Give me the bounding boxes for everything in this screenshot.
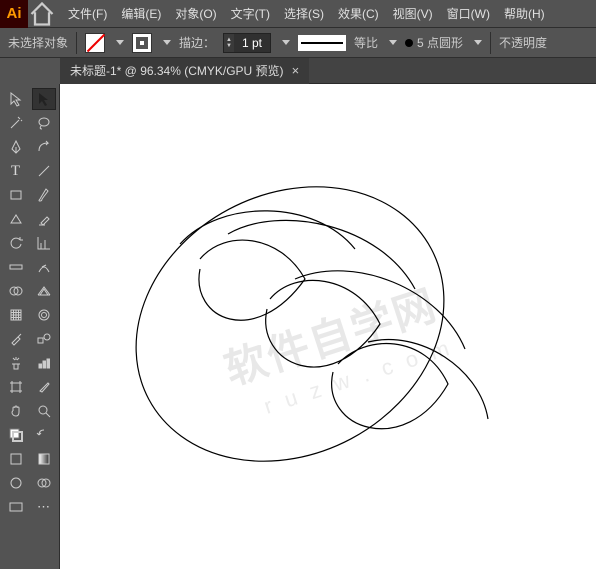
- menu-effect[interactable]: 效果(C): [338, 5, 379, 22]
- app-logo: Ai: [0, 0, 28, 28]
- paintbrush-tool[interactable]: [32, 184, 56, 206]
- fill-stroke-swap[interactable]: [4, 424, 28, 446]
- blend-tool[interactable]: [32, 328, 56, 350]
- brush-profile[interactable]: 5 点圆形: [405, 34, 463, 51]
- column-graph-tool[interactable]: [32, 352, 56, 374]
- stroke-label: 描边：: [179, 34, 215, 51]
- draw-normal-icon[interactable]: [4, 472, 28, 494]
- shaper-tool[interactable]: [4, 208, 28, 230]
- stroke-weight-dropdown-icon[interactable]: [282, 40, 290, 45]
- scaling-label: 等比: [354, 34, 378, 51]
- toolbox: T: [0, 84, 60, 569]
- home-icon[interactable]: [28, 0, 56, 28]
- draw-behind-icon[interactable]: [32, 472, 56, 494]
- shape-builder-tool[interactable]: [4, 280, 28, 302]
- document-tabbar: 未标题-1* @ 96.34% (CMYK/GPU 预览) ×: [0, 58, 596, 84]
- stroke-dropdown-icon[interactable]: [163, 40, 171, 45]
- hand-tool[interactable]: [4, 400, 28, 422]
- lasso-tool[interactable]: [32, 112, 56, 134]
- menu-view[interactable]: 视图(V): [393, 5, 433, 22]
- document-tab[interactable]: 未标题-1* @ 96.34% (CMYK/GPU 预览) ×: [60, 58, 309, 84]
- workspace: T: [0, 84, 596, 569]
- menu-text[interactable]: 文字(T): [231, 5, 270, 22]
- gradient-tool[interactable]: [32, 304, 56, 326]
- width-tool[interactable]: [4, 256, 28, 278]
- document-title: 未标题-1* @ 96.34% (CMYK/GPU 预览): [70, 62, 284, 79]
- menu-window[interactable]: 窗口(W): [447, 5, 490, 22]
- menu-edit[interactable]: 编辑(E): [121, 5, 161, 22]
- curvature-tool[interactable]: [32, 136, 56, 158]
- edit-toolbar-icon[interactable]: ⋯: [32, 496, 56, 518]
- artwork-bread-drawing: [80, 114, 520, 514]
- fill-dropdown-icon[interactable]: [116, 40, 124, 45]
- magic-wand-tool[interactable]: [4, 112, 28, 134]
- fill-swatch[interactable]: [85, 33, 105, 53]
- rotate-tool[interactable]: [4, 232, 28, 254]
- pen-tool[interactable]: [4, 136, 28, 158]
- menu-file[interactable]: 文件(F): [68, 5, 107, 22]
- direct-selection-tool[interactable]: [32, 88, 56, 110]
- stroke-profile-preview[interactable]: [298, 35, 346, 51]
- menu-object[interactable]: 对象(O): [175, 5, 216, 22]
- free-transform-tool[interactable]: [32, 256, 56, 278]
- scale-tool[interactable]: [32, 232, 56, 254]
- color-mode-icon[interactable]: [4, 448, 28, 470]
- default-fill-stroke[interactable]: [32, 424, 56, 446]
- line-tool[interactable]: [32, 160, 56, 182]
- tabbar-spacer: [0, 58, 60, 84]
- scaling-dropdown-icon[interactable]: [389, 40, 397, 45]
- brush-dropdown-icon[interactable]: [474, 40, 482, 45]
- control-bar: 未选择对象 描边： ▲▼ 1 pt 等比 5 点圆形 不透明度: [0, 28, 596, 58]
- brush-profile-label: 5 点圆形: [417, 34, 463, 51]
- slice-tool[interactable]: [32, 376, 56, 398]
- dot-icon: [405, 39, 413, 47]
- menu-select[interactable]: 选择(S): [284, 5, 324, 22]
- artboard[interactable]: 软件自学网 r u z w . c o m: [60, 84, 596, 569]
- type-tool[interactable]: T: [4, 160, 28, 182]
- opacity-label: 不透明度: [499, 34, 547, 51]
- rectangle-tool[interactable]: [4, 184, 28, 206]
- close-icon[interactable]: ×: [292, 63, 300, 78]
- mesh-tool[interactable]: [4, 304, 28, 326]
- artboard-tool[interactable]: [4, 376, 28, 398]
- screen-mode-icon[interactable]: [4, 496, 28, 518]
- eyedropper-tool[interactable]: [4, 328, 28, 350]
- gradient-mode-icon[interactable]: [32, 448, 56, 470]
- selection-status: 未选择对象: [8, 34, 68, 51]
- symbol-sprayer-tool[interactable]: [4, 352, 28, 374]
- eraser-tool[interactable]: [32, 208, 56, 230]
- zoom-tool[interactable]: [32, 400, 56, 422]
- stroke-swatch[interactable]: [132, 33, 152, 53]
- divider: [490, 32, 491, 54]
- stroke-weight-input[interactable]: ▲▼ 1 pt: [223, 33, 271, 53]
- divider: [76, 32, 77, 54]
- menubar: Ai 文件(F) 编辑(E) 对象(O) 文字(T) 选择(S) 效果(C) 视…: [0, 0, 596, 28]
- canvas-area[interactable]: 软件自学网 r u z w . c o m: [60, 84, 596, 569]
- stroke-weight-value: 1 pt: [234, 34, 270, 52]
- selection-tool-a[interactable]: [4, 88, 28, 110]
- menu-help[interactable]: 帮助(H): [504, 5, 545, 22]
- perspective-grid-tool[interactable]: [32, 280, 56, 302]
